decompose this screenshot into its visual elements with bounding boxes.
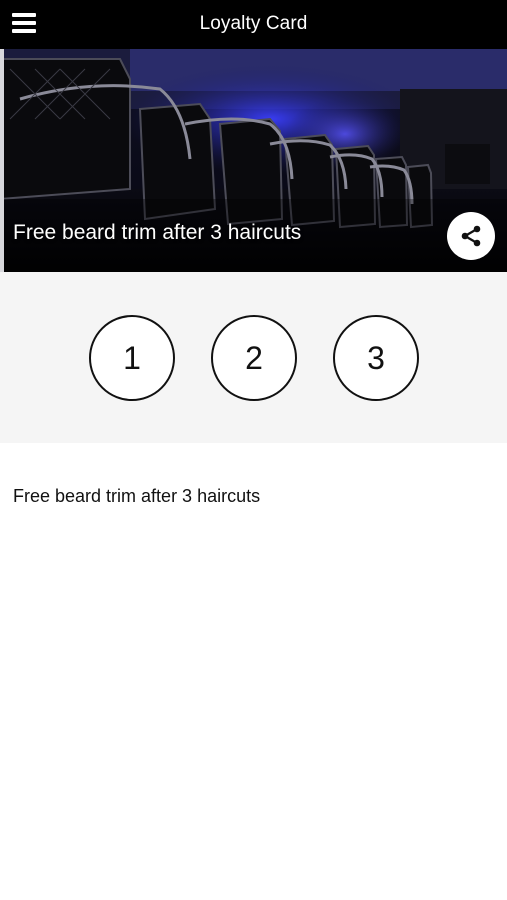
stamp-1[interactable]: 1	[89, 315, 175, 401]
share-button[interactable]	[447, 212, 495, 260]
hero-banner: Free beard trim after 3 haircuts	[0, 49, 507, 272]
stamp-card: 1 2 3	[0, 272, 507, 443]
reward-description: Free beard trim after 3 haircuts	[13, 486, 261, 506]
hero-caption: Free beard trim after 3 haircuts	[13, 221, 302, 244]
stamp-3[interactable]: 3	[333, 315, 419, 401]
page-title: Loyalty Card	[199, 13, 308, 34]
top-bar: Loyalty Card	[0, 0, 507, 49]
share-icon	[461, 225, 481, 247]
stamp-2[interactable]: 2	[211, 315, 297, 401]
